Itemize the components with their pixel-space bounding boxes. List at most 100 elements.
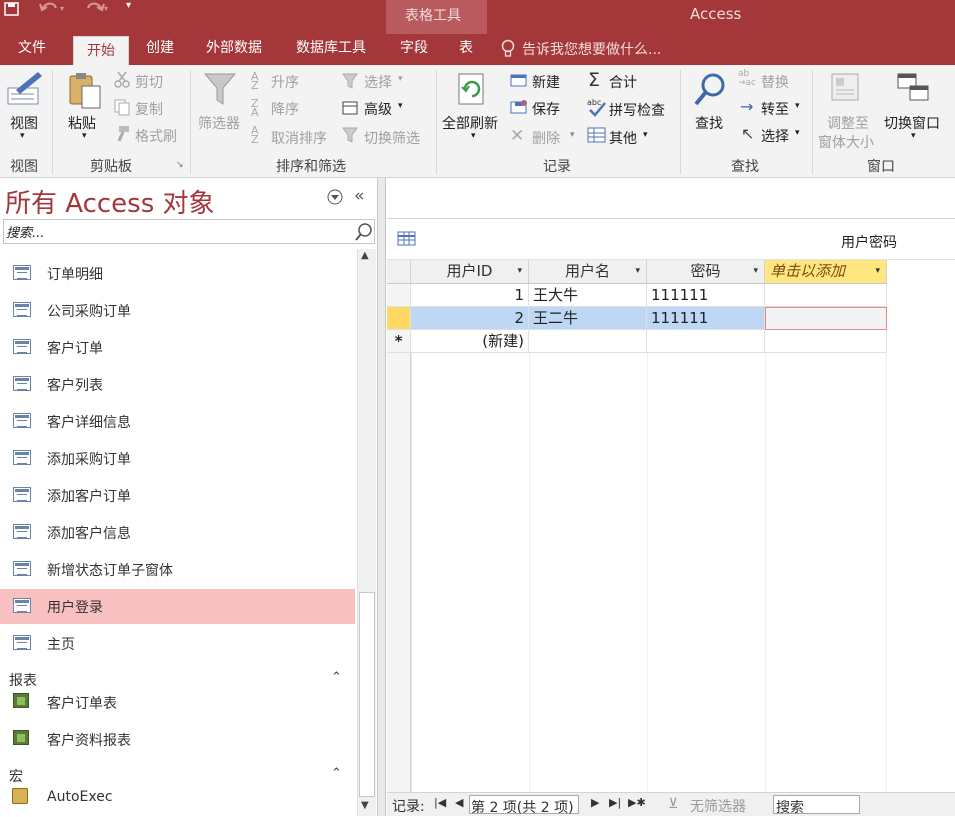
view-button[interactable]: 视图 xyxy=(10,113,38,133)
refresh-all-icon[interactable] xyxy=(456,72,490,108)
sort-ascending-button[interactable]: 升序 xyxy=(271,72,299,92)
size-to-fit-button[interactable]: 调整至 xyxy=(827,113,869,133)
copy-button[interactable]: 复制 xyxy=(135,99,163,119)
scroll-down-icon[interactable]: ▼ xyxy=(361,800,369,811)
nav-item[interactable]: AutoExec xyxy=(0,781,355,816)
nav-item[interactable]: 公司采购订单 xyxy=(0,293,355,328)
goto-button[interactable]: 转至 xyxy=(761,99,789,119)
click-to-add-column[interactable]: 单击以添加 ▾ xyxy=(765,260,887,284)
cell-username[interactable]: 王二牛 xyxy=(529,307,647,330)
paste-dropdown-icon[interactable]: ▾ xyxy=(82,131,87,141)
sort-descending-button[interactable]: 降序 xyxy=(271,99,299,119)
current-record-value[interactable]: 第 2 项(共 2 项) xyxy=(471,797,574,817)
cell-username[interactable]: 王大牛 xyxy=(529,284,647,307)
cell-add[interactable] xyxy=(765,284,887,307)
record-search-input[interactable]: 搜索 xyxy=(776,797,804,817)
collapse-section-icon[interactable]: ⌃ xyxy=(331,766,342,781)
nav-search-input[interactable]: 搜索... xyxy=(6,222,44,241)
more-button[interactable]: 其他 xyxy=(609,128,637,148)
view-icon[interactable] xyxy=(6,70,44,108)
undo-icon[interactable]: ▾ xyxy=(38,0,68,14)
scroll-up-icon[interactable]: ▲ xyxy=(361,250,369,261)
cut-button[interactable]: 剪切 xyxy=(135,72,163,92)
cut-icon[interactable] xyxy=(113,71,131,89)
paste-icon[interactable] xyxy=(67,72,105,110)
select-button[interactable]: 选择 xyxy=(761,126,789,146)
advanced-dropdown-icon[interactable]: ▾ xyxy=(398,101,403,111)
table-row-selected[interactable]: 2 王二牛 111111 xyxy=(387,307,887,330)
nav-item[interactable]: 添加客户订单 xyxy=(0,478,355,513)
paste-button[interactable]: 粘贴 xyxy=(68,113,96,133)
save-record-button[interactable]: 保存 xyxy=(532,99,560,119)
nav-search-box[interactable] xyxy=(3,219,375,244)
goto-dropdown-icon[interactable]: ▾ xyxy=(795,101,800,111)
nav-item[interactable]: 客户列表 xyxy=(0,367,355,402)
cell-new[interactable] xyxy=(529,330,647,353)
collapse-section-icon[interactable]: ⌃ xyxy=(331,670,342,685)
column-dropdown-icon[interactable]: ▾ xyxy=(517,260,522,283)
nav-item[interactable]: 客户订单表 xyxy=(0,685,355,720)
last-record-icon[interactable]: ▶| xyxy=(609,796,621,809)
select-all-corner[interactable] xyxy=(387,260,411,284)
tab-external-data[interactable]: 外部数据 xyxy=(196,34,272,65)
nav-item[interactable]: 添加采购订单 xyxy=(0,441,355,476)
document-tab-title[interactable]: 用户密码 xyxy=(841,232,897,252)
more-dropdown-icon[interactable]: ▾ xyxy=(643,130,648,140)
switch-windows-dropdown-icon[interactable]: ▾ xyxy=(911,131,916,141)
row-selector[interactable] xyxy=(387,284,411,307)
refresh-all-button[interactable]: 全部刷新 xyxy=(442,113,498,133)
column-dropdown-icon[interactable]: ▾ xyxy=(875,260,880,283)
column-header-username[interactable]: 用户名 ▾ xyxy=(529,260,647,284)
customize-qat-icon[interactable]: ▾ xyxy=(126,0,131,11)
switch-windows-button[interactable]: 切换窗口 xyxy=(884,113,940,133)
no-filter-icon[interactable]: ⊻ xyxy=(668,796,678,812)
nav-item[interactable]: 客户订单 xyxy=(0,330,355,365)
nav-item[interactable]: 客户资料报表 xyxy=(0,722,355,757)
replace-button[interactable]: 替换 xyxy=(761,72,789,92)
new-record-nav-icon[interactable]: ▶✱ xyxy=(628,796,646,809)
tab-file[interactable]: 文件 xyxy=(6,34,58,65)
search-icon[interactable] xyxy=(354,222,374,242)
refresh-dropdown-icon[interactable]: ▾ xyxy=(471,131,476,141)
toggle-filter-button[interactable]: 切换筛选 xyxy=(364,128,420,148)
column-dropdown-icon[interactable]: ▾ xyxy=(753,260,758,283)
view-dropdown-icon[interactable]: ▾ xyxy=(20,131,25,141)
column-header-password[interactable]: 密码 ▾ xyxy=(647,260,765,284)
column-header-userid[interactable]: 用户ID ▾ xyxy=(411,260,529,284)
format-painter-button[interactable]: 格式刷 xyxy=(135,126,177,146)
selection-filter-dropdown-icon[interactable]: ▾ xyxy=(398,74,403,84)
cell-userid[interactable]: 2 xyxy=(411,307,529,330)
cell-new[interactable] xyxy=(647,330,765,353)
select-dropdown-icon[interactable]: ▾ xyxy=(795,128,800,138)
prev-record-icon[interactable]: ◀ xyxy=(455,796,463,809)
selection-filter-button[interactable]: 选择 xyxy=(364,72,392,92)
remove-sort-button[interactable]: 取消排序 xyxy=(271,128,327,148)
nav-menu-icon[interactable] xyxy=(327,189,343,205)
advanced-filter-button[interactable]: 高级 xyxy=(364,99,392,119)
nav-item[interactable]: 添加客户信息 xyxy=(0,515,355,550)
cell-userid[interactable]: 1 xyxy=(411,284,529,307)
totals-button[interactable]: 合计 xyxy=(609,72,637,92)
row-selector[interactable] xyxy=(387,307,411,330)
delete-dropdown-icon[interactable]: ▾ xyxy=(570,130,575,140)
table-row[interactable]: 1 王大牛 111111 xyxy=(387,284,887,307)
cell-new-label[interactable]: (新建) xyxy=(411,330,529,353)
filter-icon[interactable] xyxy=(203,72,239,106)
clipboard-launcher-icon[interactable]: ↘ xyxy=(176,160,184,170)
switch-windows-icon[interactable] xyxy=(896,72,932,104)
collapse-pane-icon[interactable]: « xyxy=(354,186,364,206)
tab-table[interactable]: 表 xyxy=(450,34,482,65)
tab-database-tools[interactable]: 数据库工具 xyxy=(285,34,377,65)
new-record-row[interactable]: * (新建) xyxy=(387,330,887,353)
tab-create[interactable]: 创建 xyxy=(136,34,184,65)
nav-item[interactable]: 主页 xyxy=(0,626,355,661)
cell-password[interactable]: 111111 xyxy=(647,307,765,330)
nav-pane-title[interactable]: 所有 Access 对象 xyxy=(5,183,215,220)
spelling-button[interactable]: 拼写检查 xyxy=(609,100,665,120)
tab-fields[interactable]: 字段 xyxy=(393,34,435,65)
delete-record-button[interactable]: 删除 xyxy=(532,128,560,148)
cell-new[interactable] xyxy=(765,330,887,353)
format-painter-icon[interactable] xyxy=(113,125,131,143)
nav-item[interactable]: 新增状态订单子窗体 xyxy=(0,552,355,587)
find-icon[interactable] xyxy=(693,72,729,108)
